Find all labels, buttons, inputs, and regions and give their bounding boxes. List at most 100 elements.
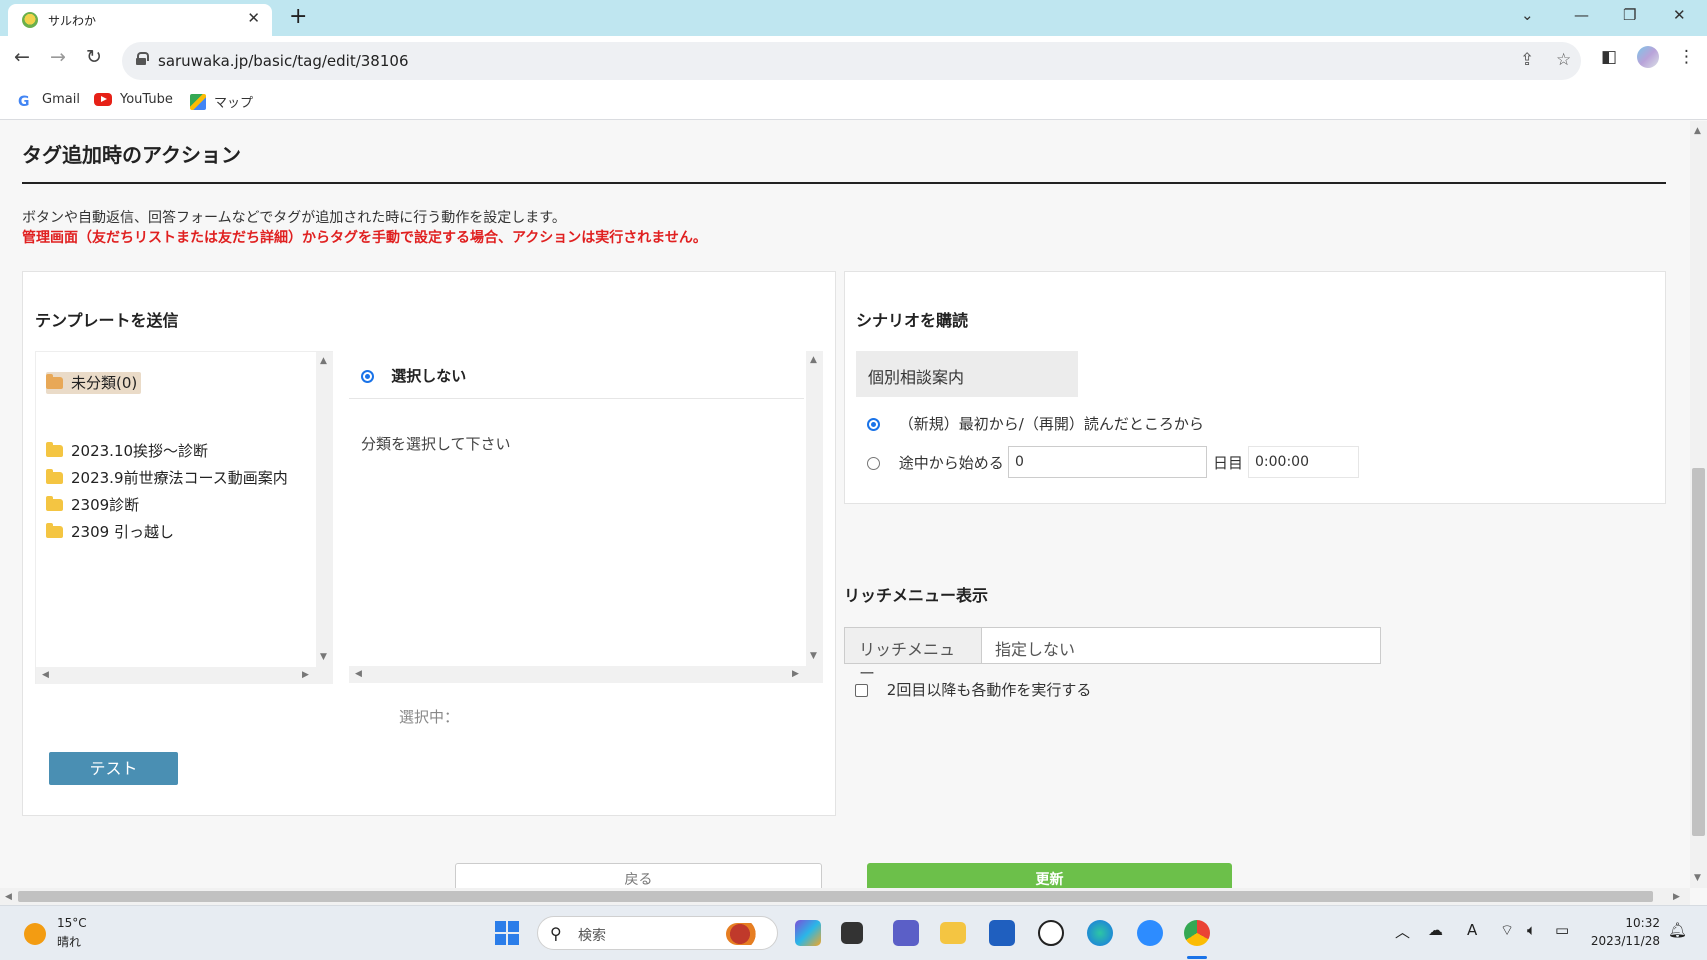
open-folder-icon <box>46 374 63 389</box>
url-text[interactable]: saruwaka.jp/basic/tag/edit/38106 <box>158 52 408 70</box>
section-divider <box>22 182 1666 184</box>
scroll-left-arrow-icon[interactable]: ◀ <box>5 892 12 902</box>
menu-kebab-icon[interactable]: ⋮ <box>1678 47 1695 67</box>
template-list-hscroll[interactable]: ◀ ▶ <box>349 666 823 683</box>
scroll-right-arrow-icon[interactable]: ▶ <box>792 669 799 679</box>
new-tab-icon[interactable]: + <box>289 4 307 29</box>
back-button[interactable]: 戻る <box>455 863 822 888</box>
rich-menu-label: リッチメニュー <box>844 627 982 683</box>
tab-search-chevron-icon[interactable]: ⌄ <box>1521 6 1534 24</box>
scenario-option-from-middle[interactable]: 途中から始める <box>867 452 1004 473</box>
wifi-icon[interactable]: ⌔ <box>1500 921 1514 940</box>
notification-bell-icon[interactable]: 🔔︎ <box>1668 921 1687 939</box>
start-day-input[interactable]: 0 <box>1008 446 1207 478</box>
scroll-up-arrow-icon[interactable]: ▲ <box>320 356 327 366</box>
rich-menu-select[interactable]: 指定しない <box>981 627 1381 664</box>
zoom-icon[interactable] <box>1137 920 1163 946</box>
search-icon: ⚲ <box>550 924 562 943</box>
scroll-down-arrow-icon[interactable]: ▼ <box>320 652 327 662</box>
scroll-right-arrow-icon[interactable]: ▶ <box>1673 892 1680 902</box>
folder-list-vscroll[interactable]: ▲ ▼ <box>316 352 333 667</box>
folder-item[interactable]: 2023.9前世療法コース動画案内 <box>46 467 288 488</box>
test-button[interactable]: テスト <box>49 752 178 785</box>
edge-icon[interactable] <box>1087 920 1113 946</box>
share-icon[interactable]: ⇪ <box>1520 50 1534 70</box>
task-view-icon[interactable] <box>841 922 863 944</box>
template-list-vscroll[interactable]: ▲ ▼ <box>806 351 823 666</box>
page-horizontal-scroll-thumb[interactable] <box>18 891 1653 902</box>
folder-item-selected[interactable]: 未分類(0) <box>46 372 142 394</box>
folder-item[interactable]: 2309 引っ越し <box>46 521 174 542</box>
close-window-icon[interactable]: ✕ <box>1673 6 1686 24</box>
bookmarks-bar: G Gmail YouTube マップ <box>0 86 1707 120</box>
battery-icon[interactable]: ▭ <box>1555 921 1569 939</box>
site-favicon-icon <box>22 12 38 28</box>
weather-sun-icon[interactable] <box>24 923 46 945</box>
divider <box>349 398 804 399</box>
weather-condition[interactable]: 晴れ <box>57 933 81 950</box>
radio-unselected[interactable] <box>867 457 880 470</box>
radio-selected[interactable] <box>361 370 374 383</box>
browser-tab[interactable]: サルわか ✕ <box>8 4 272 36</box>
update-button[interactable]: 更新 <box>867 863 1232 888</box>
scroll-left-arrow-icon[interactable]: ◀ <box>355 669 362 679</box>
chrome-icon[interactable] <box>1184 920 1210 946</box>
page-vertical-scroll-thumb[interactable] <box>1692 468 1705 836</box>
file-explorer-icon[interactable] <box>940 922 966 944</box>
scroll-left-arrow-icon[interactable]: ◀ <box>42 670 49 680</box>
teams-icon[interactable] <box>893 920 919 946</box>
lock-icon[interactable] <box>136 52 149 65</box>
folder-list[interactable]: 未分類(0) 2023.10挨拶～診断 2023.9前世療法コース動画案内 23… <box>35 351 333 684</box>
folder-list-hscroll[interactable]: ◀ ▶ <box>36 667 333 684</box>
volume-icon[interactable]: 🔈︎ <box>1527 921 1536 939</box>
reload-icon[interactable]: ↻ <box>86 46 102 68</box>
dell-icon[interactable] <box>1038 920 1064 946</box>
template-option-none[interactable]: 選択しない <box>361 365 466 386</box>
template-list[interactable]: 選択しない 分類を選択して下さい ▲ ▼ ◀ ▶ <box>349 351 824 684</box>
profile-avatar[interactable] <box>1637 46 1659 68</box>
bookmark-star-icon[interactable]: ☆ <box>1556 50 1571 70</box>
browser-toolbar: ← → ↻ saruwaka.jp/basic/tag/edit/38106 ⇪… <box>0 36 1707 86</box>
selected-template-label: 選択中： <box>399 708 460 726</box>
scroll-down-arrow-icon[interactable]: ▼ <box>1694 873 1701 883</box>
weather-temperature[interactable]: 15°C <box>57 916 87 930</box>
repeat-actions-option[interactable]: 2回目以降も各動作を実行する <box>855 679 1091 700</box>
copilot-icon[interactable] <box>795 920 821 946</box>
back-icon[interactable]: ← <box>14 46 30 68</box>
clock-time[interactable]: 10:32 <box>1596 916 1660 930</box>
scroll-up-arrow-icon[interactable]: ▲ <box>1694 126 1701 136</box>
scroll-up-arrow-icon[interactable]: ▲ <box>810 355 817 365</box>
address-bar[interactable]: saruwaka.jp/basic/tag/edit/38106 ⇪ ☆ <box>122 42 1581 80</box>
clock-date[interactable]: 2023/11/28 <box>1586 934 1660 948</box>
scroll-right-arrow-icon[interactable]: ▶ <box>302 670 309 680</box>
minimize-icon[interactable]: — <box>1574 6 1589 24</box>
windows-start-icon[interactable] <box>495 921 519 945</box>
restore-icon[interactable]: ❐ <box>1623 6 1636 24</box>
bookmark-maps[interactable]: マップ <box>190 92 253 111</box>
onedrive-cloud-icon[interactable]: ☁ <box>1428 921 1443 939</box>
bookmark-gmail[interactable]: G Gmail <box>18 92 80 110</box>
maps-icon <box>190 94 206 110</box>
show-hidden-icons-chevron-icon[interactable]: ︿ <box>1395 921 1410 942</box>
search-placeholder: 検索 <box>578 928 606 944</box>
side-panel-icon[interactable]: ◧ <box>1601 47 1617 67</box>
scroll-down-arrow-icon[interactable]: ▼ <box>810 651 817 661</box>
folder-item[interactable]: 2309診断 <box>46 494 139 515</box>
day-suffix-label: 日目 <box>1213 454 1244 472</box>
ime-mode-icon[interactable]: A <box>1467 921 1477 939</box>
taskbar-search[interactable]: ⚲ 検索 <box>537 916 778 950</box>
store-icon[interactable] <box>989 920 1015 946</box>
folder-item[interactable]: 2023.10挨拶～診断 <box>46 440 208 461</box>
folder-icon <box>46 469 63 484</box>
start-time-input[interactable]: 0:00:00 <box>1248 446 1359 478</box>
section-title: タグ追加時のアクション <box>22 143 241 167</box>
close-tab-icon[interactable]: ✕ <box>247 9 260 27</box>
folder-icon <box>46 442 63 457</box>
radio-selected[interactable] <box>867 418 880 431</box>
repeat-actions-checkbox[interactable] <box>855 684 868 697</box>
bookmark-youtube[interactable]: YouTube <box>94 92 173 107</box>
youtube-icon <box>94 93 112 106</box>
scenario-name[interactable]: 個別相談案内 <box>856 351 1078 397</box>
forward-icon[interactable]: → <box>50 46 66 68</box>
scenario-option-from-start[interactable]: （新規）最初から/（再開）読んだところから <box>867 413 1204 434</box>
